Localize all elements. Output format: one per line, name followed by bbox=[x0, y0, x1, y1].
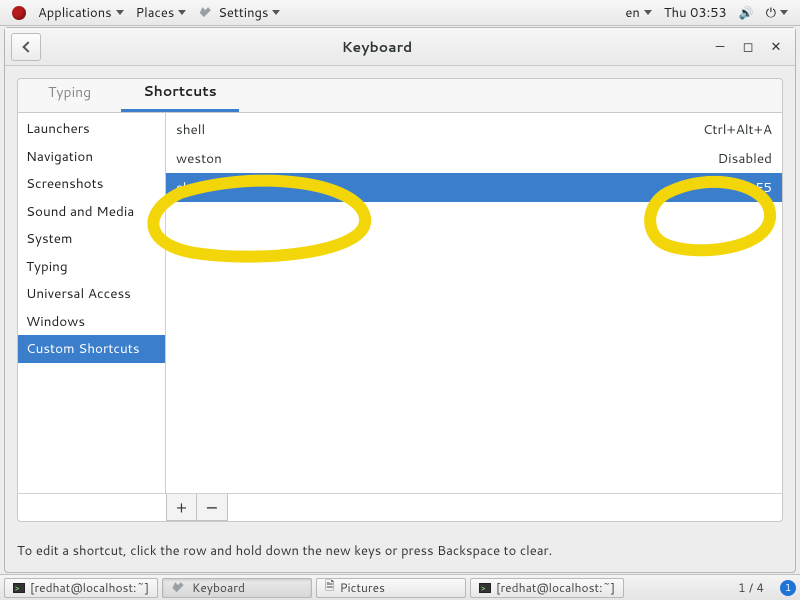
tab-shortcuts[interactable]: Shortcuts bbox=[121, 73, 239, 112]
shortcut-name: weston bbox=[176, 149, 222, 168]
minimize-button[interactable]: — bbox=[713, 40, 727, 54]
shortcut-list[interactable]: shell Ctrl+Alt+A weston Disabled shell F5 bbox=[166, 113, 782, 493]
shortcut-row[interactable]: shell Ctrl+Alt+A bbox=[166, 115, 782, 144]
document-icon bbox=[325, 577, 335, 598]
add-shortcut-button[interactable]: + bbox=[167, 494, 197, 520]
keyboard-layout-indicator[interactable]: en bbox=[619, 0, 657, 25]
category-item[interactable]: Universal Access bbox=[18, 280, 165, 308]
category-item[interactable]: System bbox=[18, 225, 165, 253]
close-button[interactable]: ✕ bbox=[769, 40, 783, 54]
power-menu[interactable] bbox=[760, 0, 794, 25]
taskbar-item-label: [redhat@localhost:~] bbox=[496, 579, 615, 596]
category-item[interactable]: Navigation bbox=[18, 143, 165, 171]
chevron-down-icon bbox=[178, 10, 186, 15]
settings-icon bbox=[198, 5, 214, 21]
taskbar-item-label: Keyboard bbox=[192, 579, 245, 596]
plus-icon: + bbox=[176, 496, 187, 519]
category-item[interactable]: Launchers bbox=[18, 115, 165, 143]
keyboard-layout-label: en bbox=[625, 4, 639, 22]
power-icon bbox=[766, 4, 776, 22]
volume-indicator[interactable] bbox=[733, 0, 760, 25]
category-item[interactable]: Sound and Media bbox=[18, 198, 165, 226]
chevron-down-icon bbox=[272, 10, 280, 15]
shortcut-name: shell bbox=[176, 120, 205, 139]
taskbar-item-pictures[interactable]: Pictures bbox=[316, 578, 466, 598]
shortcut-name: shell bbox=[176, 178, 205, 197]
taskbar-item-terminal-1[interactable]: [redhat@localhost:~] bbox=[4, 578, 158, 598]
category-item[interactable]: Windows bbox=[18, 308, 165, 336]
tab-bar: Typing Shortcuts bbox=[17, 78, 783, 112]
distro-logo[interactable] bbox=[6, 0, 32, 25]
chevron-down-icon bbox=[116, 10, 124, 15]
taskbar: [redhat@localhost:~] Keyboard Pictures [… bbox=[0, 574, 800, 600]
remove-shortcut-button[interactable]: − bbox=[197, 494, 227, 520]
terminal-icon bbox=[13, 583, 25, 593]
category-item[interactable]: Typing bbox=[18, 253, 165, 281]
keyboard-settings-window: Keyboard — ◻ ✕ Typing Shortcuts Launcher… bbox=[4, 27, 796, 573]
top-panel: Applications Places Settings en Thu 03:5… bbox=[0, 0, 800, 26]
category-list[interactable]: LaunchersNavigationScreenshotsSound and … bbox=[18, 113, 166, 493]
window-title: Keyboard bbox=[41, 37, 713, 57]
shortcut-row[interactable]: weston Disabled bbox=[166, 144, 782, 173]
taskbar-item-keyboard[interactable]: Keyboard bbox=[162, 578, 312, 598]
hint-text: To edit a shortcut, click the row and ho… bbox=[5, 532, 795, 572]
shortcut-accelerator: F5 bbox=[755, 178, 772, 197]
menu-places-label: Places bbox=[136, 4, 175, 22]
shortcut-row[interactable]: shell F5 bbox=[166, 173, 782, 202]
titlebar: Keyboard — ◻ ✕ bbox=[5, 28, 795, 66]
menu-settings[interactable]: Settings bbox=[192, 0, 286, 25]
menu-places[interactable]: Places bbox=[130, 0, 193, 25]
redhat-icon bbox=[12, 6, 26, 20]
clock[interactable]: Thu 03:53 bbox=[658, 0, 733, 25]
window-controls: — ◻ ✕ bbox=[713, 40, 789, 54]
chevron-down-icon bbox=[780, 10, 788, 15]
menu-settings-label: Settings bbox=[218, 4, 268, 22]
tab-typing[interactable]: Typing bbox=[26, 74, 113, 112]
terminal-icon bbox=[479, 583, 491, 593]
shortcut-accelerator: Disabled bbox=[718, 149, 772, 168]
shortcuts-panel: LaunchersNavigationScreenshotsSound and … bbox=[17, 112, 783, 522]
clock-label: Thu 03:53 bbox=[664, 4, 727, 22]
settings-icon bbox=[171, 580, 187, 596]
back-button[interactable] bbox=[11, 33, 41, 61]
maximize-button[interactable]: ◻ bbox=[741, 40, 755, 54]
menu-applications[interactable]: Applications bbox=[32, 0, 130, 25]
category-item[interactable]: Screenshots bbox=[18, 170, 165, 198]
chevron-down-icon bbox=[644, 10, 652, 15]
menu-applications-label: Applications bbox=[38, 4, 112, 22]
minus-icon: − bbox=[205, 496, 218, 519]
tab-shortcuts-label: Shortcuts bbox=[143, 81, 217, 101]
shortcut-accelerator: Ctrl+Alt+A bbox=[703, 120, 772, 139]
taskbar-item-label: Pictures bbox=[340, 579, 385, 596]
chevron-left-icon bbox=[22, 41, 33, 52]
tab-typing-label: Typing bbox=[48, 82, 91, 102]
list-toolbar: + − bbox=[18, 493, 782, 521]
workspace-indicator[interactable]: 1 / 4 bbox=[730, 579, 772, 596]
category-item[interactable]: Custom Shortcuts bbox=[18, 335, 165, 363]
speaker-icon bbox=[739, 4, 754, 22]
taskbar-item-label: [redhat@localhost:~] bbox=[30, 579, 149, 596]
taskbar-item-terminal-2[interactable]: [redhat@localhost:~] bbox=[470, 578, 624, 598]
notification-badge[interactable]: 1 bbox=[780, 580, 796, 596]
